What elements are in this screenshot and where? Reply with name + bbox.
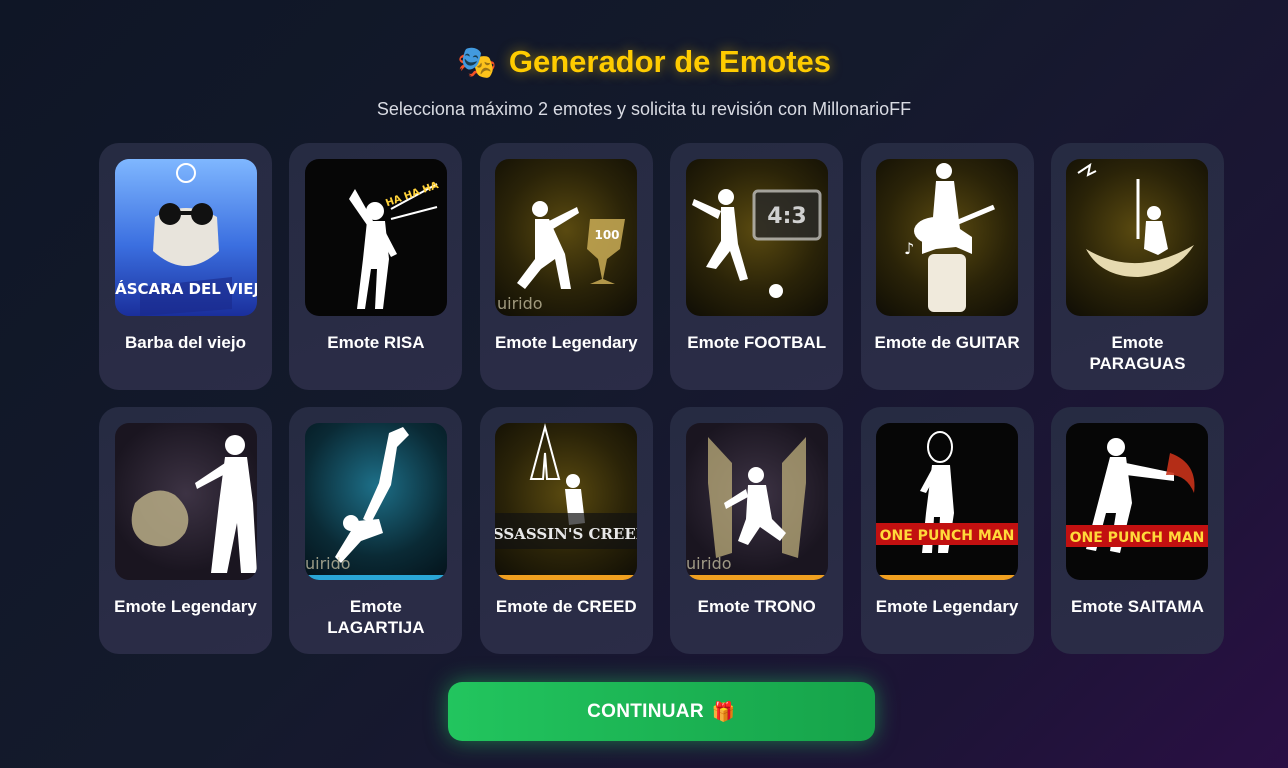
- svg-text:♪: ♪: [904, 239, 914, 258]
- emote-card-lagartija[interactable]: uirido Emote LAGARTIJA: [289, 407, 463, 654]
- emote-card-legendary-3[interactable]: ONE PUNCH MAN Emote Legendary: [860, 407, 1034, 654]
- throne-figure-icon: uirido: [685, 423, 828, 580]
- kneeling-trophy-figure-icon: 100 uirido: [495, 159, 638, 316]
- emote-label: Emote Legendary: [494, 333, 638, 352]
- emote-card-trono[interactable]: uirido Emote TRONO: [670, 407, 844, 654]
- emote-label: Emote PARAGUAS: [1089, 333, 1186, 373]
- emote-card-football[interactable]: 4:3 Emote FOOTBAL: [670, 143, 844, 390]
- laughing-figure-icon: HA HA HA: [304, 159, 447, 316]
- image-text: ONE PUNCH MAN: [880, 528, 1015, 544]
- image-text: 4:3: [767, 204, 806, 229]
- svg-text:uirido: uirido: [497, 294, 543, 313]
- emote-label: Emote Legendary: [114, 597, 257, 616]
- gift-icon: 🎁: [711, 701, 736, 723]
- emote-card-legendary-2[interactable]: Emote Legendary: [99, 407, 272, 654]
- emote-card-saitama[interactable]: ONE PUNCH MAN Emote SAITAMA: [1050, 407, 1224, 654]
- theater-masks-icon: 🎭: [457, 44, 497, 80]
- emote-label: Emote de CREED: [495, 597, 637, 616]
- one-punch-saitama-icon: ONE PUNCH MAN: [876, 423, 1019, 580]
- umbrella-boat-icon: [1066, 159, 1209, 316]
- emote-label: Emote Legendary: [875, 597, 1019, 616]
- emote-card-creed[interactable]: ASSASSIN'S CREED Emote de CREED: [479, 407, 653, 654]
- emote-label: Emote de GUITAR: [874, 333, 1020, 352]
- image-text: ASSASSIN'S CREED: [495, 525, 637, 543]
- emote-label: Emote LAGARTIJA: [327, 597, 425, 637]
- image-text: uirido: [305, 554, 351, 573]
- emote-label: Emote SAITAMA: [1071, 597, 1204, 616]
- image-text: 100: [595, 228, 620, 242]
- emote-label: Emote TRONO: [697, 597, 816, 616]
- continue-label: CONTINUAR: [587, 700, 704, 722]
- continue-button[interactable]: CONTINUAR 🎁: [448, 682, 875, 741]
- breakdance-figure-icon: uirido: [304, 423, 447, 580]
- emote-label: Emote FOOTBAL: [687, 333, 827, 352]
- image-text: MÁSCARA DEL VIEJO: [115, 279, 257, 298]
- image-text: ONE PUNCH MAN: [1070, 530, 1205, 546]
- emote-card-paraguas[interactable]: Emote PARAGUAS: [1050, 143, 1224, 390]
- emote-label: Barba del viejo: [125, 333, 246, 352]
- football-kick-icon: 4:3: [685, 159, 828, 316]
- emote-card-risa[interactable]: HA HA HA Emote RISA: [289, 143, 463, 390]
- page-subtitle: Selecciona máximo 2 emotes y solicita tu…: [376, 99, 912, 119]
- page-header: 🎭 Generador de Emotes: [0, 38, 1288, 86]
- emote-grid: MÁSCARA DEL VIEJO Barba del viejo HA HA …: [99, 143, 1224, 654]
- guitar-player-icon: ♪: [876, 159, 1019, 316]
- emote-card-legendary-1[interactable]: 100 uirido Emote Legendary: [479, 143, 653, 390]
- saitama-punch-icon: ONE PUNCH MAN: [1066, 423, 1209, 580]
- image-text: HA HA HA: [384, 180, 440, 209]
- assassins-creed-icon: ASSASSIN'S CREED: [495, 423, 638, 580]
- wolf-companion-icon: [114, 423, 257, 580]
- emote-card-guitar[interactable]: ♪ Emote de GUITAR: [860, 143, 1034, 390]
- emote-card-barba-del-viejo[interactable]: MÁSCARA DEL VIEJO Barba del viejo: [99, 143, 272, 390]
- image-text: uirido: [686, 554, 732, 573]
- bearded-mask-icon: MÁSCARA DEL VIEJO: [114, 159, 257, 316]
- emote-label: Emote RISA: [327, 333, 425, 352]
- page-title: Generador de Emotes: [508, 44, 831, 79]
